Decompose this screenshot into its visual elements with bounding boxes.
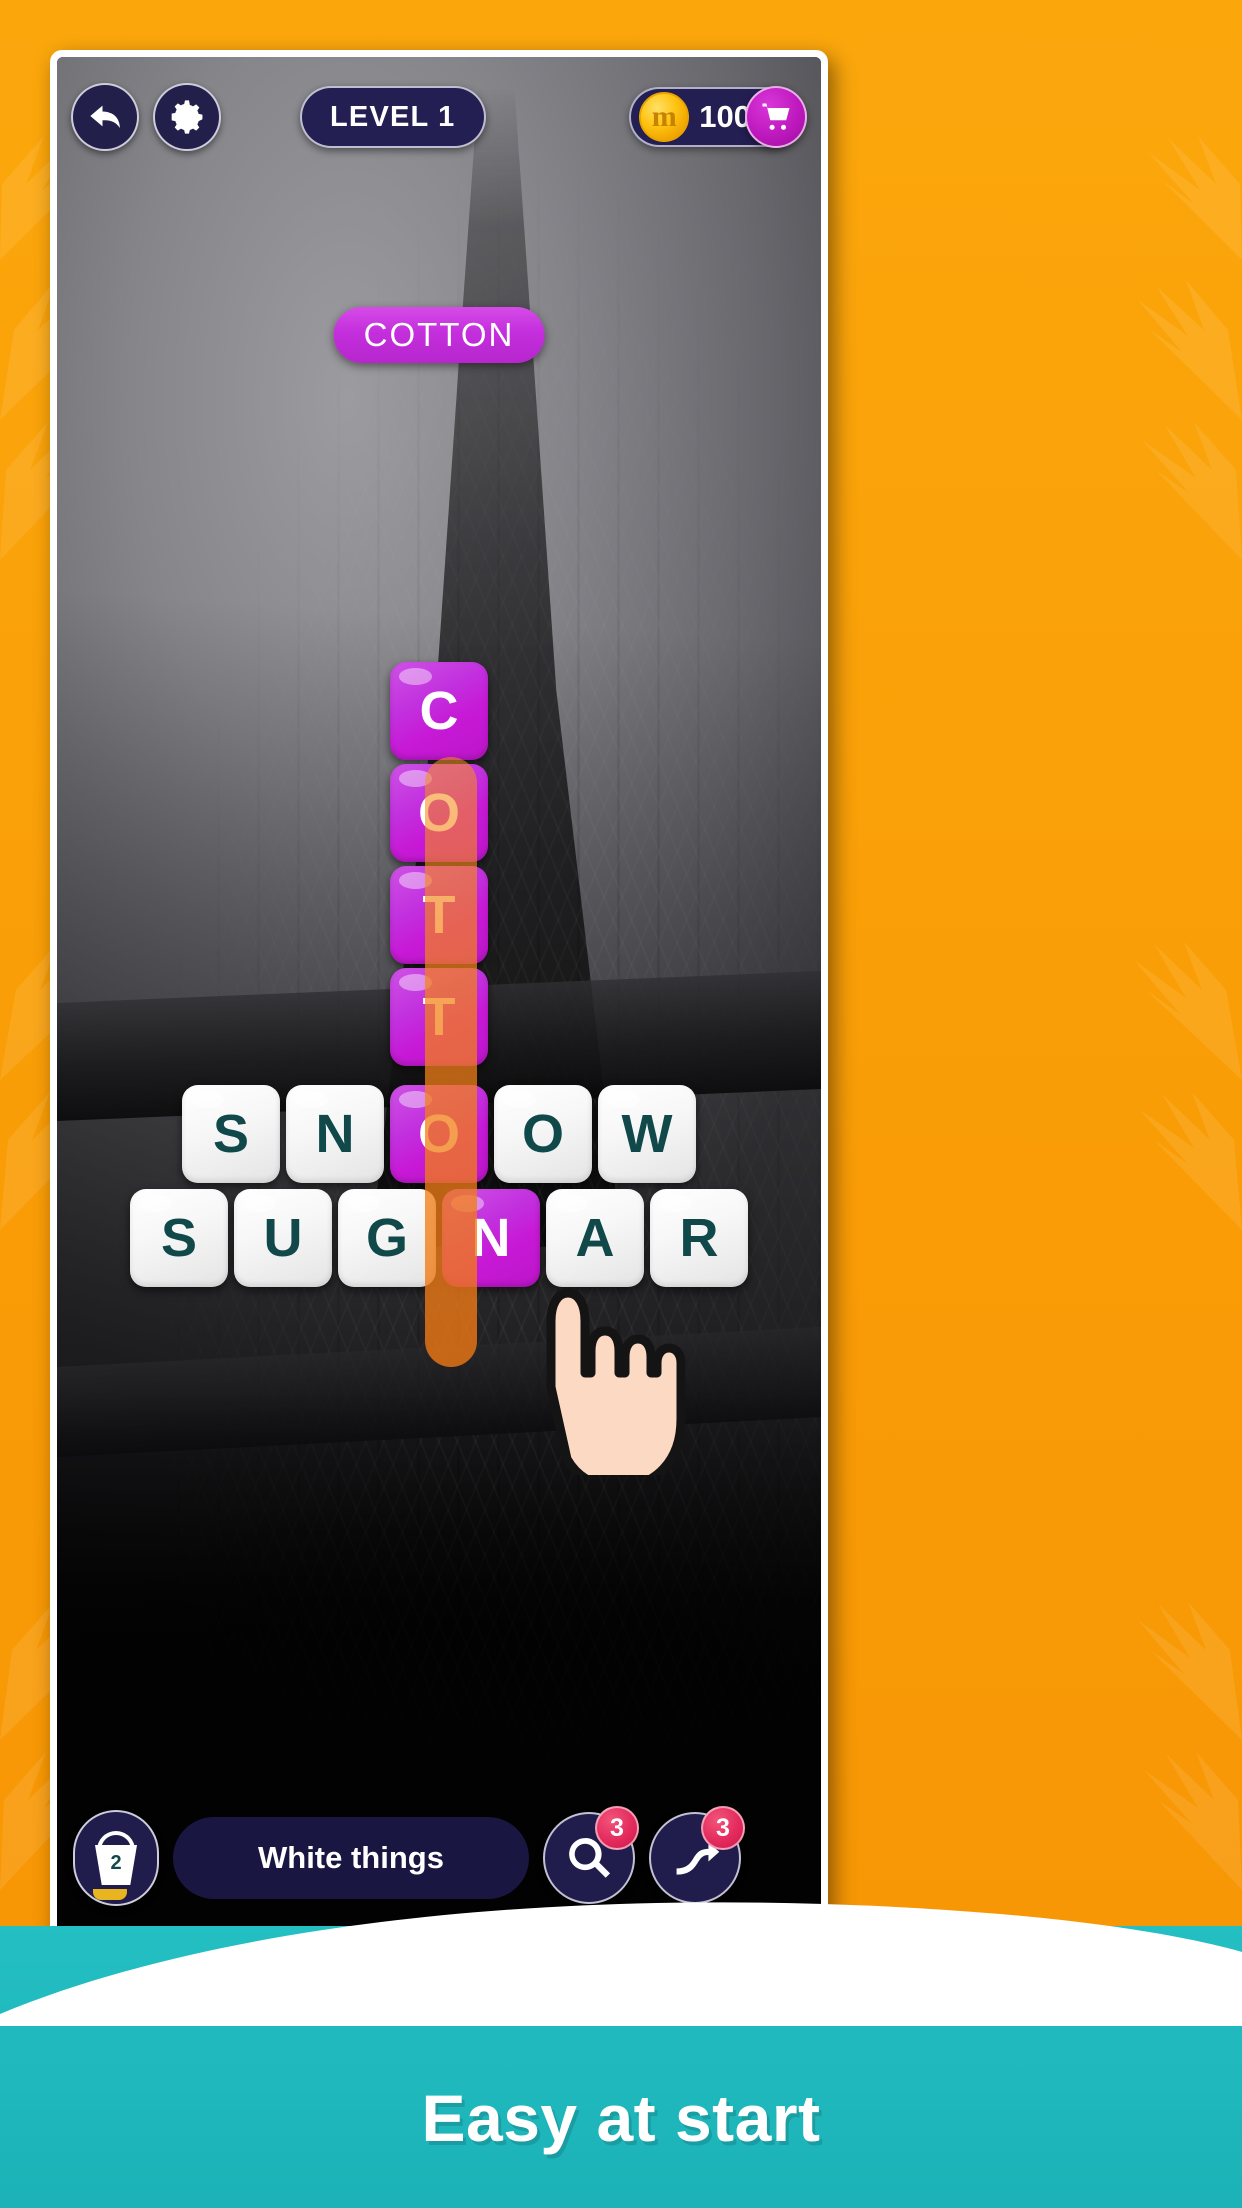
hint-button[interactable]: 3 [543,1806,639,1904]
letter-tile-selected[interactable]: O [390,1085,488,1183]
letter-tile[interactable]: S [130,1189,228,1287]
gear-icon [171,100,203,134]
category-label: White things [258,1840,444,1875]
found-word-pill: COTTON [333,307,545,363]
letter-tile[interactable]: G [338,1189,436,1287]
footer-banner [0,1926,1242,2208]
game-screen: LEVEL 1 m 100 COTTON C O T T S N O O W S… [57,57,821,1951]
shuffle-badge: 3 [701,1806,745,1850]
tagline-text: Easy at start [421,2081,821,2155]
shop-button[interactable] [744,86,807,148]
selected-letter-tile[interactable]: C [390,662,488,760]
selected-letter-tile[interactable]: T [390,866,488,964]
letter-grid: S N O O W S U G N A R [57,1085,821,1287]
back-arrow-icon [90,105,120,128]
bucket-base [93,1889,127,1900]
letter-tile[interactable]: N [286,1085,384,1183]
hint-badge: 3 [595,1806,639,1850]
level-badge: LEVEL 1 [299,86,486,148]
tagline: Easy at start [0,2080,1242,2156]
palm-frond-decoration-right [1134,136,1242,1890]
letter-tile[interactable]: W [598,1085,696,1183]
settings-button[interactable] [153,83,221,151]
bucket-count: 2 [110,1852,122,1874]
coin-count: 100 [699,99,751,134]
shuffle-button[interactable]: 3 [649,1806,745,1904]
top-hud: LEVEL 1 m 100 [57,57,821,177]
selected-letter-tile[interactable]: T [390,968,488,1066]
level-label: LEVEL 1 [329,100,456,133]
letter-tile[interactable]: S [182,1085,280,1183]
back-button[interactable] [71,83,139,151]
bucket-icon: 2 [92,1831,140,1885]
found-word-text: COTTON [363,316,515,353]
currency-group: m 100 [629,86,807,148]
letter-tile[interactable]: U [234,1189,332,1287]
coin-symbol: m [651,100,677,133]
coin-icon: m [639,92,690,142]
category-label-pill: White things [173,1817,529,1899]
letter-tile[interactable]: O [494,1085,592,1183]
shopping-cart-icon [762,103,790,130]
phone-frame: LEVEL 1 m 100 COTTON C O T T S N O O W S… [50,50,828,1958]
letter-row: S N O O W [182,1085,696,1183]
selected-word-column: C O T T [390,662,488,1066]
bottom-toolbar: 2 White things 3 3 [57,1803,821,1913]
selected-letter-tile[interactable]: O [390,764,488,862]
bucket-button[interactable]: 2 [73,1810,159,1906]
app-root: LEVEL 1 m 100 COTTON C O T T S N O O W S… [0,0,1242,2208]
hand-pointer-cursor [489,1225,689,1492]
